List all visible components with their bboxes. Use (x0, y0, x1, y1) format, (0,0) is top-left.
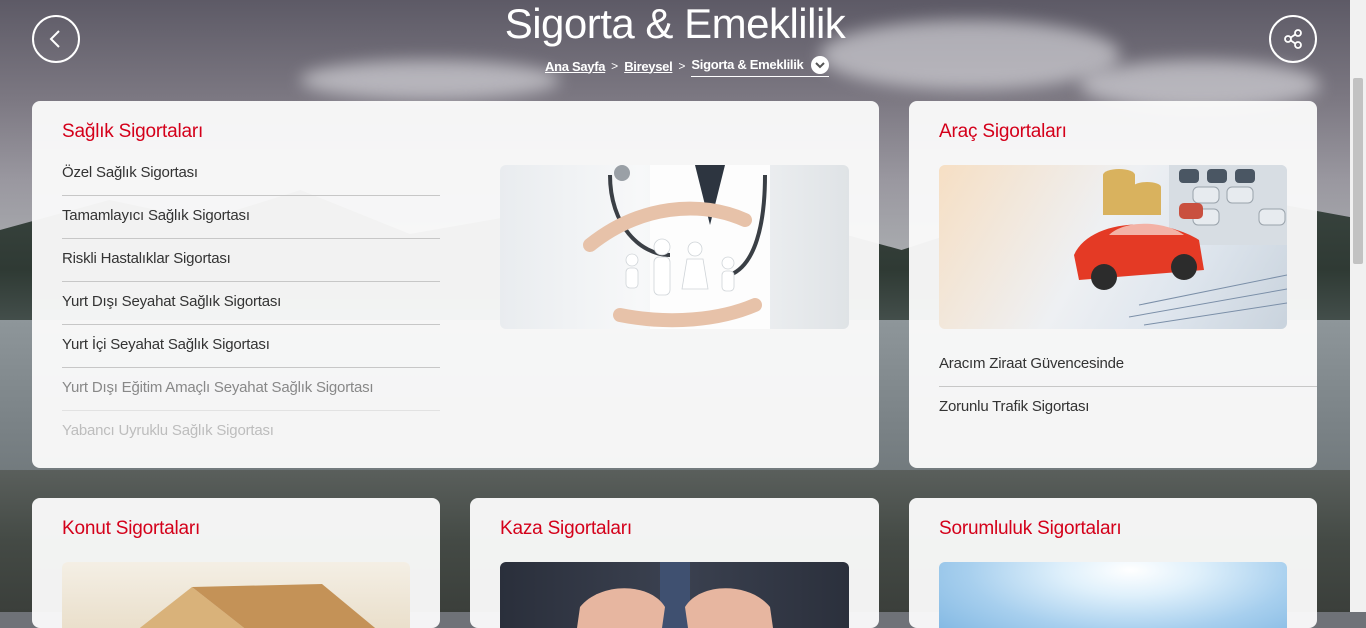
card-title[interactable]: Sağlık Sigortaları (62, 121, 203, 143)
vehicle-insurance-list: Aracım Ziraat Güvencesinde Zorunlu Trafi… (939, 344, 1317, 429)
health-insurance-card: Sağlık Sigortaları Özel Sağlık Sigortası… (32, 101, 879, 468)
cloud (300, 60, 560, 100)
breadcrumb: Ana Sayfa > Bireysel > Sigorta & Emeklil… (545, 55, 830, 77)
vehicle-insurance-card: Araç Sigortaları Aracım Ziraat Güvencesi… (909, 101, 1317, 468)
chevron-right-icon: > (611, 59, 619, 73)
list-item[interactable]: Tamamlayıcı Sağlık Sigortası (62, 196, 440, 239)
sky-image (939, 562, 1287, 628)
breadcrumb-current-label: Sigorta & Emeklilik (691, 57, 804, 72)
home-insurance-card: Konut Sigortaları (32, 498, 440, 628)
list-item[interactable]: Aracım Ziraat Güvencesinde (939, 344, 1317, 387)
page-scrollbar[interactable] (1350, 0, 1366, 612)
protecting-hands-image (500, 562, 849, 628)
accident-insurance-card: Kaza Sigortaları (470, 498, 879, 628)
list-item[interactable]: Zorunlu Trafik Sigortası (939, 387, 1317, 429)
liability-insurance-card: Sorumluluk Sigortaları (909, 498, 1317, 628)
doctor-family-image (500, 165, 849, 329)
card-title[interactable]: Konut Sigortaları (62, 518, 200, 540)
scrollbar-thumb[interactable] (1353, 78, 1363, 264)
share-icon (1284, 29, 1302, 49)
list-item[interactable]: Yurt İçi Seyahat Sağlık Sigortası (62, 325, 440, 368)
list-item[interactable]: Özel Sağlık Sigortası (62, 153, 440, 196)
page-title: Sigorta & Emeklilik (504, 0, 846, 47)
share-button[interactable] (1269, 15, 1317, 63)
list-item[interactable]: Yurt Dışı Seyahat Sağlık Sigortası (62, 282, 440, 325)
breadcrumb-individual[interactable]: Bireysel (624, 59, 673, 74)
list-item[interactable]: Yurt Dışı Eğitim Amaçlı Seyahat Sağlık S… (62, 368, 440, 411)
car-calculator-image (939, 165, 1287, 329)
breadcrumb-home[interactable]: Ana Sayfa (545, 59, 605, 74)
house-model-image (62, 562, 410, 628)
card-title[interactable]: Araç Sigortaları (939, 121, 1067, 143)
health-insurance-list: Özel Sağlık Sigortası Tamamlayıcı Sağlık… (62, 153, 440, 453)
list-item[interactable]: Yabancı Uyruklu Sağlık Sigortası (62, 411, 440, 453)
breadcrumb-current-dropdown[interactable]: Sigorta & Emeklilik (691, 55, 830, 77)
list-item[interactable]: Riskli Hastalıklar Sigortası (62, 239, 440, 282)
chevron-down-icon (811, 55, 830, 74)
card-title[interactable]: Sorumluluk Sigortaları (939, 518, 1122, 540)
card-title[interactable]: Kaza Sigortaları (500, 518, 632, 540)
chevron-right-icon: > (678, 59, 686, 73)
